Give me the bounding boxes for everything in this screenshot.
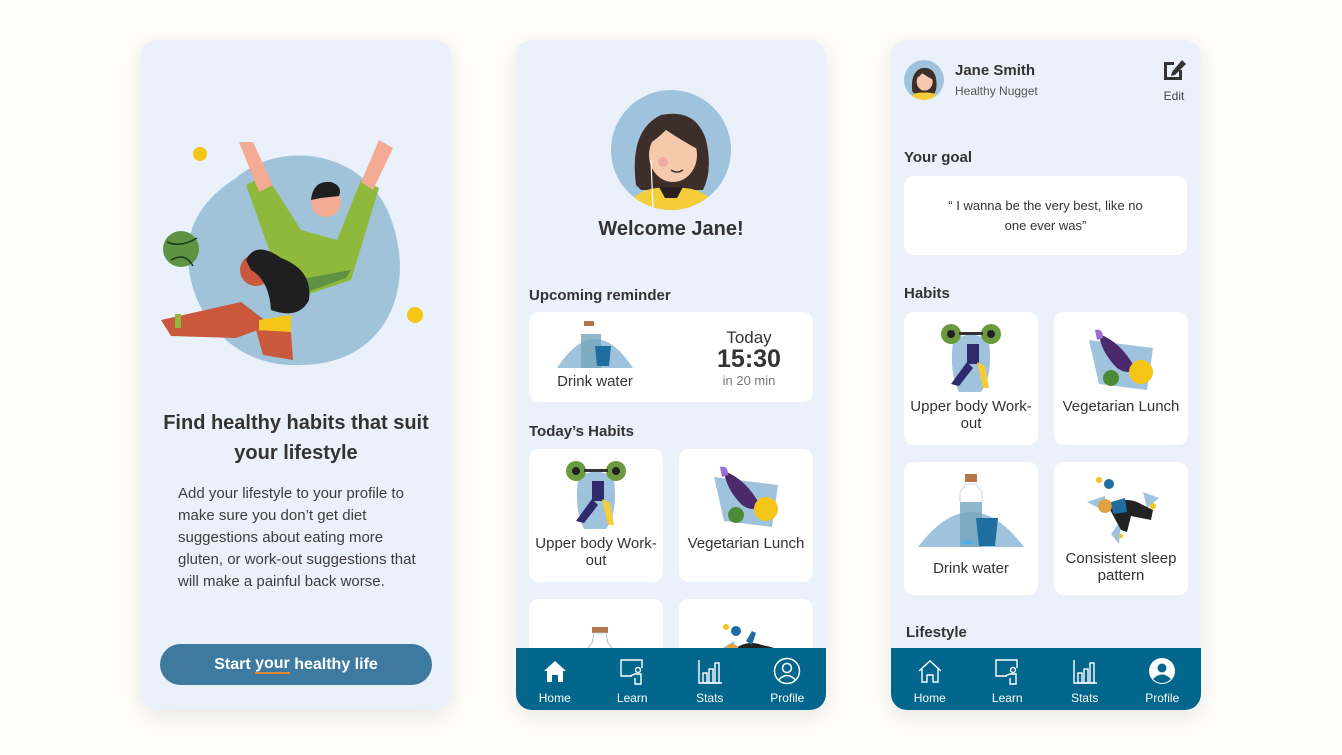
nav-label: Home [913, 691, 946, 705]
nav-home[interactable]: Home [891, 648, 969, 710]
onboarding-description: Add your lifestyle to your profile to ma… [178, 485, 416, 590]
learn-icon [995, 659, 1018, 685]
friends-exercise-illustration [161, 140, 423, 366]
todays-habits-heading: Today’s Habits [529, 423, 635, 440]
edit-icon [1164, 60, 1186, 80]
water-bottle-icon [918, 474, 1024, 547]
vegetables-icon [714, 466, 778, 527]
your-goal-heading: Your goal [904, 149, 973, 166]
habit-card-sleep[interactable]: Consistent sleep pattern [1054, 462, 1188, 595]
nav-label: Stats [1071, 691, 1099, 705]
welcome-heading: Welcome Jane! [598, 218, 744, 240]
reminder-card[interactable]: Drink water Today 15:30 in 20 min [529, 312, 813, 402]
habit-card-upper-body[interactable]: Upper body Work-out [904, 312, 1038, 445]
nav-stats[interactable]: Stats [1046, 648, 1124, 710]
profile-screen: Jane Smith Healthy Nugget Edit Your goal… [891, 40, 1201, 710]
habit-card-vegetarian-lunch[interactable]: Vegetarian Lunch [1054, 312, 1188, 445]
nav-stats[interactable]: Stats [671, 648, 749, 710]
home-icon [543, 661, 566, 682]
reminder-time: 15:30 [717, 345, 781, 373]
habit-card-vegetarian-lunch[interactable]: Vegetarian Lunch [679, 449, 813, 582]
nav-profile[interactable]: Profile [1124, 648, 1202, 710]
upcoming-reminder-heading: Upcoming reminder [529, 287, 671, 304]
user-avatar [611, 90, 731, 210]
lifestyle-heading: Lifestyle [906, 624, 967, 641]
weightlifter-icon [941, 324, 1001, 392]
nav-label: Profile [770, 691, 805, 705]
bottom-nav: Home Learn Stats Profile [891, 648, 1201, 710]
profile-subtitle: Healthy Nugget [955, 84, 1038, 98]
vegetables-icon [1089, 329, 1153, 390]
nav-label: Learn [991, 691, 1023, 705]
nav-learn[interactable]: Learn [594, 648, 672, 710]
habit-label: Upper body Work-out [910, 398, 1032, 432]
nav-home[interactable]: Home [516, 648, 594, 710]
habit-card-upper-body[interactable]: Upper body Work-out [529, 449, 663, 582]
nav-label: Learn [616, 691, 648, 705]
sleep-person-icon [1087, 477, 1159, 544]
onboarding-title: Find healthy habits that suit your lifes… [163, 412, 429, 464]
habit-label: Vegetarian Lunch [687, 535, 805, 552]
weightlifter-icon [566, 461, 626, 529]
cta-text-end: healthy life [289, 655, 378, 673]
profile-name: Jane Smith [955, 62, 1036, 79]
cta-text-underlined: your [255, 654, 290, 674]
stats-icon [1073, 660, 1097, 684]
nav-learn[interactable]: Learn [969, 648, 1047, 710]
habit-label: Consistent sleep pattern [1065, 550, 1177, 584]
habit-label: Upper body Work-out [535, 535, 657, 569]
learn-icon [620, 659, 643, 685]
habit-card-drink-water[interactable]: Drink water [904, 462, 1038, 595]
edit-profile-button[interactable]: Edit [1159, 57, 1189, 103]
reminder-relative-time: in 20 min [722, 373, 776, 388]
profile-avatar [904, 60, 944, 100]
stats-icon [698, 660, 722, 684]
habits-heading: Habits [904, 285, 950, 302]
nav-label: Home [538, 691, 571, 705]
nav-label: Profile [1145, 691, 1180, 705]
goal-card: “ I wanna be the very best, like no one … [904, 176, 1187, 255]
profile-icon [774, 657, 801, 685]
bottom-nav: Home Learn Stats Profile [516, 648, 826, 710]
cta-text-start: Start [214, 655, 256, 673]
profile-icon [1149, 658, 1176, 684]
onboarding-screen: Find healthy habits that suit your lifes… [141, 40, 451, 710]
habit-label: Vegetarian Lunch [1062, 398, 1180, 415]
home-icon [918, 660, 942, 683]
nav-label: Stats [696, 691, 724, 705]
reminder-label: Drink water [557, 373, 633, 390]
edit-label: Edit [1163, 89, 1185, 103]
nav-profile[interactable]: Profile [749, 648, 827, 710]
habit-label: Drink water [933, 560, 1009, 577]
home-screen: Welcome Jane! Upcoming reminder Drink wa… [516, 40, 826, 710]
start-healthy-life-button[interactable]: Start your healthy life [160, 644, 432, 685]
water-bottle-icon [557, 321, 633, 368]
